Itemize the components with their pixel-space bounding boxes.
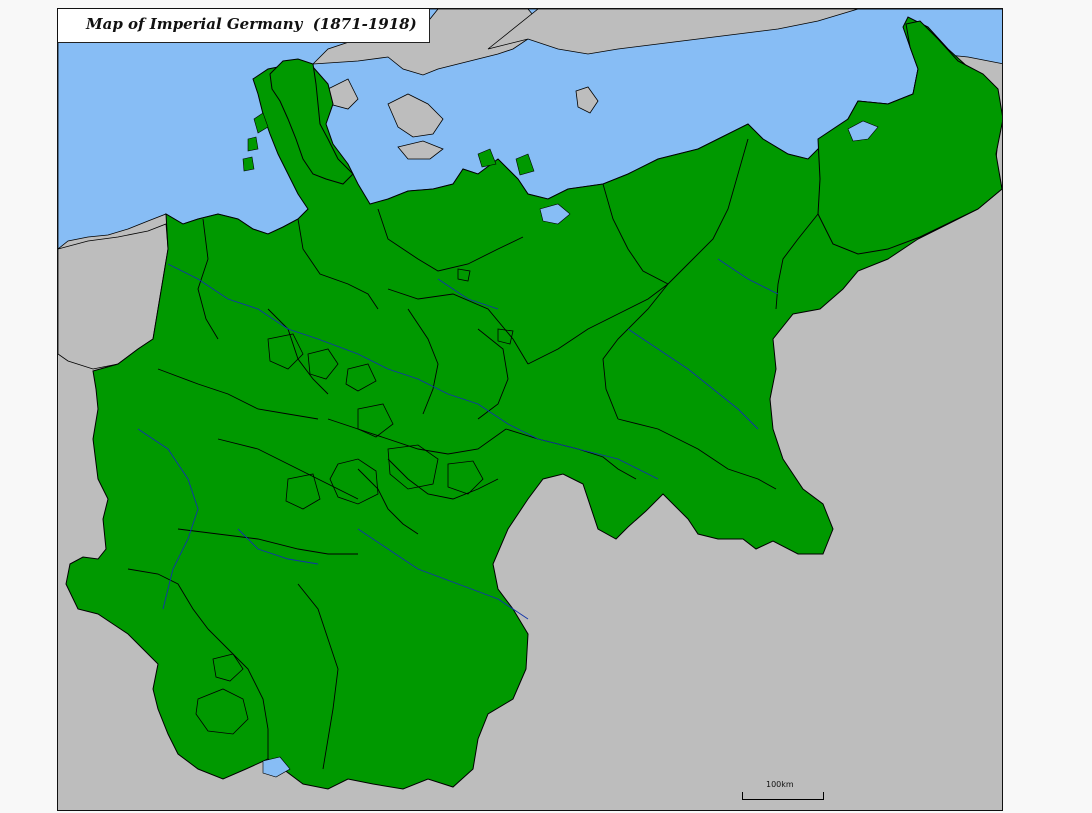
scale-bar [742, 792, 824, 800]
map-title: Map of Imperial Germany (1871-1918) [58, 9, 430, 43]
scale-label: 100km [766, 780, 794, 789]
map-title-years: (1871-1918) [312, 15, 417, 33]
map-title-text: Map of Imperial Germany [86, 15, 303, 33]
map-frame: Map of Imperial Germany (1871-1918) 100k… [57, 8, 1003, 811]
map-canvas [58, 9, 1002, 810]
